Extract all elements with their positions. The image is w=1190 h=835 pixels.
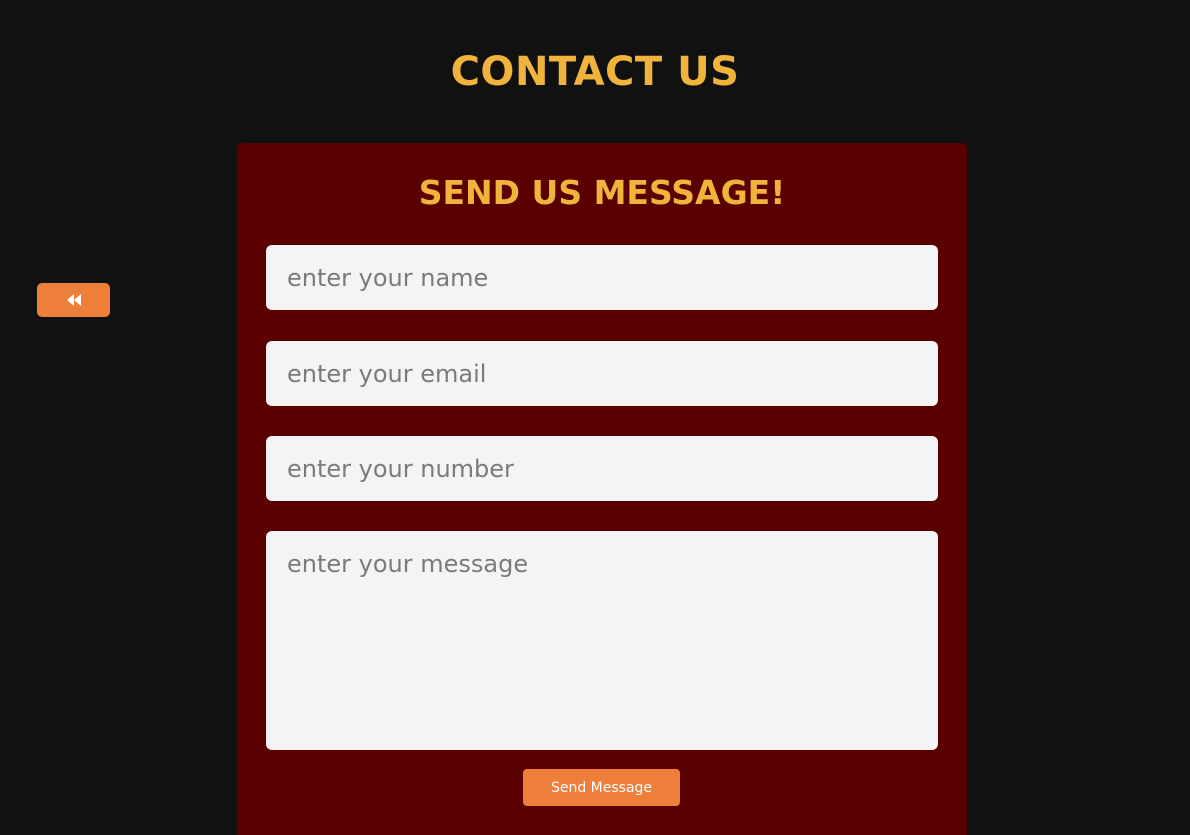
send-message-button[interactable]: Send Message	[523, 769, 680, 806]
form-heading: SEND US MESSAGE!	[418, 173, 786, 212]
message-field[interactable]	[266, 531, 938, 750]
page-title: CONTACT US	[450, 49, 740, 95]
fast-backward-icon	[66, 294, 81, 306]
contact-page: CONTACT US SEND US MESSAGE! Send Message	[0, 0, 1190, 835]
back-button[interactable]	[37, 283, 110, 317]
number-field[interactable]	[266, 436, 938, 501]
name-field[interactable]	[266, 245, 938, 310]
email-field[interactable]	[266, 341, 938, 406]
